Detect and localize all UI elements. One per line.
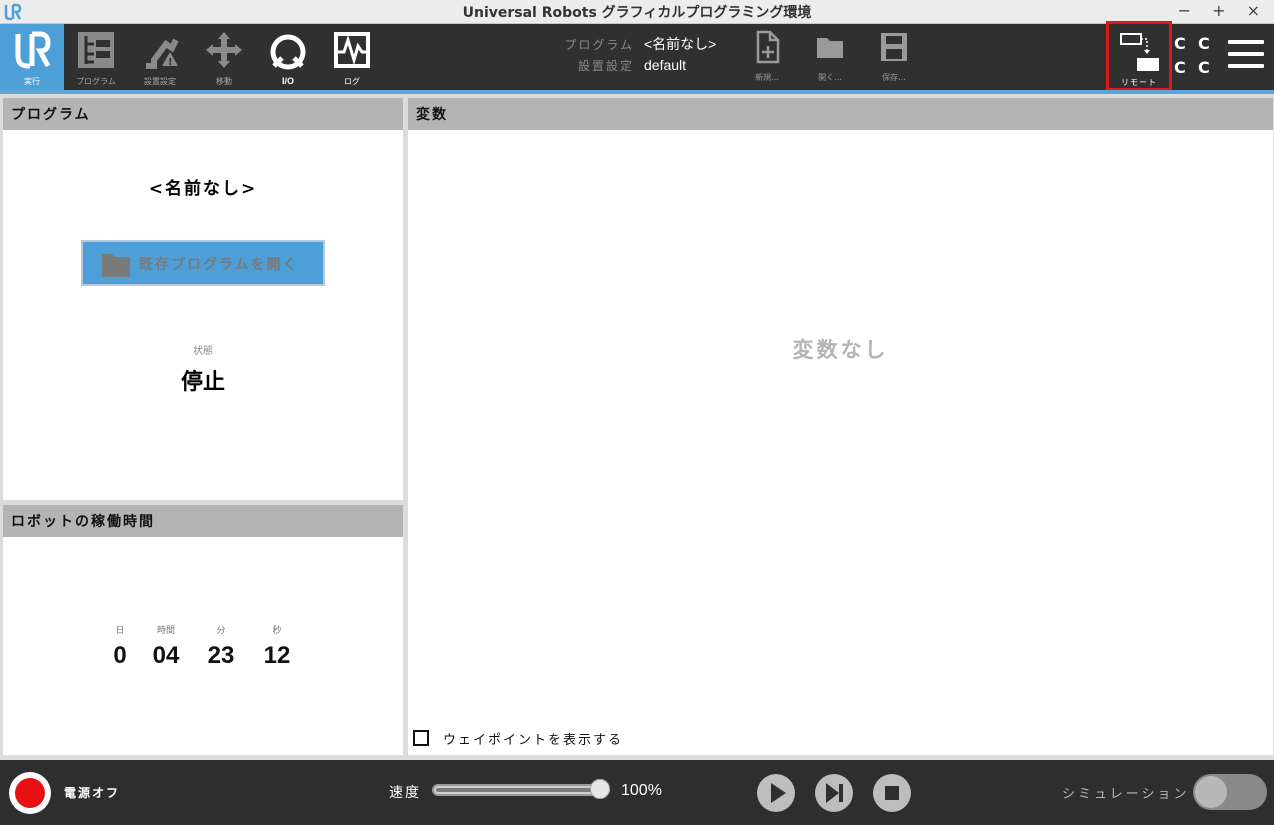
uptime-number: 12	[263, 642, 291, 669]
maximize-button[interactable]: +	[1212, 1, 1233, 20]
uptime-days: 日 0	[95, 623, 145, 670]
nav-run-label: 実行	[24, 77, 40, 86]
speed-slider[interactable]	[432, 784, 610, 796]
speed-value: 100%	[621, 782, 662, 799]
program-panel-header: プログラム	[3, 98, 403, 130]
minimize-button[interactable]: −	[1178, 1, 1199, 20]
window-titlebar: Universal Robots グラフィカルプログラミング環境 − + ×	[0, 0, 1274, 24]
power-button[interactable]	[9, 772, 51, 814]
log-graph-icon	[334, 32, 370, 68]
installation-key: 設置設定	[577, 59, 634, 73]
speed-slider-knob[interactable]	[590, 779, 610, 799]
show-waypoints-label: ウェイポイントを表示する	[443, 733, 624, 748]
program-key: プログラム	[564, 38, 634, 52]
nav-move-label: 移動	[216, 77, 232, 86]
open-file-label: 開く...	[818, 73, 842, 82]
cc-indicator: C	[1174, 34, 1186, 53]
speed-label: 速度	[389, 785, 421, 801]
save-disk-icon	[881, 33, 907, 61]
nav-installation-label: 設置設定	[144, 77, 176, 86]
open-program-label: 既存プログラムを開く	[139, 257, 299, 273]
play-icon	[771, 783, 786, 803]
uptime-unit: 日	[115, 626, 125, 636]
move-arrows-icon	[206, 32, 242, 68]
new-file-button[interactable]: 新規...	[747, 30, 787, 86]
folder-icon	[817, 38, 843, 58]
uptime-hours: 時間 04	[141, 623, 191, 670]
program-info: プログラム <名前なし> 設置設定 default	[562, 34, 716, 76]
show-waypoints-checkbox[interactable]	[413, 730, 429, 746]
simulation-label: シミュレーション	[1062, 787, 1190, 802]
uptime-number: 0	[113, 642, 127, 669]
nav-move[interactable]: 移動	[192, 24, 256, 90]
nav-run[interactable]: 実行	[0, 24, 64, 90]
cc-indicators: C C C C	[1172, 34, 1224, 82]
cc-indicator: C	[1174, 58, 1186, 77]
save-file-label: 保存...	[882, 73, 906, 82]
nav-io[interactable]: I/O	[256, 24, 320, 90]
cc-indicator: C	[1198, 58, 1210, 77]
power-label: 電源オフ	[64, 786, 121, 800]
speed-slider-fill	[436, 788, 606, 792]
robot-arm-icon: !	[146, 38, 179, 69]
program-value: <名前なし>	[644, 36, 717, 52]
power-indicator-icon	[15, 778, 45, 808]
open-file-button[interactable]: 開く...	[810, 30, 850, 86]
uptime-number: 04	[152, 642, 180, 669]
stop-button[interactable]	[873, 774, 911, 812]
folder-icon	[102, 254, 130, 277]
nav-program-label: プログラム	[76, 77, 116, 86]
top-toolbar: 実行 プログラム ! 設置設定 移動 I/O ログ プログラム <名前なし> 設…	[0, 24, 1274, 90]
variables-empty-text: 変数なし	[792, 337, 889, 362]
uptime-seconds: 秒 12	[252, 623, 302, 670]
window-controls[interactable]: − + ×	[1178, 1, 1268, 20]
nav-log-label: ログ	[344, 77, 360, 86]
program-name: <名前なし>	[148, 179, 258, 199]
bottom-bar: 電源オフ 速度 100% シミュレーション	[0, 760, 1274, 825]
toolbar-accent-line	[0, 90, 1274, 94]
remote-control-icon	[1120, 33, 1159, 71]
remote-control-button[interactable]: リモート	[1106, 21, 1172, 91]
uptime-unit: 時間	[156, 626, 175, 636]
svg-text:!: !	[168, 57, 173, 68]
installation-value: default	[644, 57, 687, 73]
menu-hamburger-icon[interactable]	[1228, 40, 1264, 72]
io-icon	[270, 34, 306, 70]
state-value: 停止	[180, 369, 225, 395]
remote-label: リモート	[1121, 78, 1157, 87]
save-file-button[interactable]: 保存...	[874, 30, 914, 86]
cc-indicator: C	[1198, 34, 1210, 53]
new-file-icon	[756, 30, 780, 64]
uptime-unit: 分	[216, 626, 226, 636]
simulation-toggle-knob	[1195, 776, 1227, 808]
uptime-panel-header: ロボットの稼働時間	[3, 505, 403, 537]
ur-logo-icon	[15, 31, 51, 69]
program-panel: プログラム <名前なし> 既存プログラムを開く 状態 停止	[3, 98, 403, 500]
step-icon	[826, 783, 843, 803]
uptime-panel: ロボットの稼働時間 日 0 時間 04 分 23 秒 12	[3, 505, 403, 755]
window-title: Universal Robots グラフィカルプログラミング環境	[462, 5, 812, 21]
nav-program[interactable]: プログラム	[64, 24, 128, 90]
close-button[interactable]: ×	[1247, 1, 1268, 20]
simulation-toggle[interactable]	[1193, 774, 1267, 810]
nav-log[interactable]: ログ	[320, 24, 384, 90]
variables-panel: 変数 変数なし ウェイポイントを表示する	[408, 98, 1273, 755]
state-label: 状態	[193, 346, 213, 357]
uptime-number: 23	[207, 642, 235, 669]
uptime-unit: 秒	[272, 626, 282, 636]
uptime-minutes: 分 23	[196, 623, 246, 670]
play-button[interactable]	[757, 774, 795, 812]
step-button[interactable]	[815, 774, 853, 812]
stop-icon	[885, 786, 899, 800]
nav-installation[interactable]: ! 設置設定	[128, 24, 192, 90]
open-program-button[interactable]: 既存プログラムを開く	[81, 240, 325, 286]
program-tree-icon	[78, 32, 114, 68]
new-file-label: 新規...	[755, 73, 779, 82]
nav-io-label: I/O	[281, 76, 294, 86]
variables-panel-header: 変数	[408, 98, 1273, 130]
